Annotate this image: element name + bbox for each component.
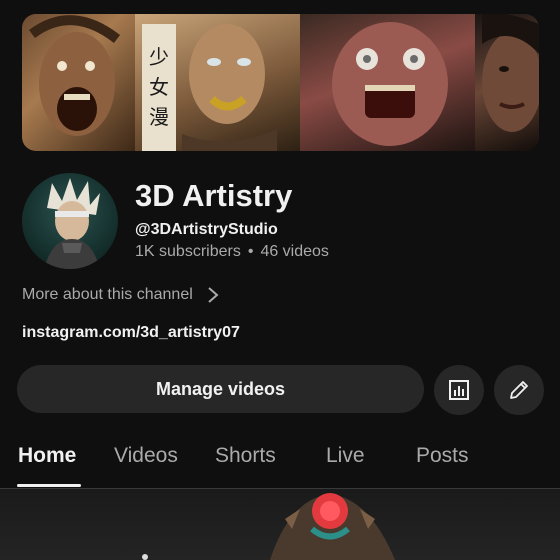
- channel-banner: 少 女 漫: [22, 14, 539, 151]
- edit-channel-button[interactable]: [494, 365, 544, 415]
- tab-videos[interactable]: Videos: [114, 444, 178, 468]
- tab-live[interactable]: Live: [326, 444, 365, 468]
- channel-name: 3D Artistry: [135, 178, 293, 213]
- channel-avatar[interactable]: [22, 173, 118, 269]
- chevron-right-icon: [208, 287, 219, 303]
- video-count: 46 videos: [260, 243, 329, 260]
- avatar-character-icon: [44, 178, 100, 269]
- svg-text:少: 少: [149, 45, 169, 69]
- tab-posts[interactable]: Posts: [416, 444, 469, 468]
- tab-home[interactable]: Home: [18, 444, 76, 468]
- svg-text:女: 女: [149, 75, 169, 99]
- more-about-label: More about this channel: [22, 286, 193, 303]
- featured-video-preview[interactable]: [0, 489, 560, 560]
- channel-stats: 1K subscribers • 46 videos: [135, 243, 329, 261]
- instagram-link[interactable]: instagram.com/3d_artistry07: [22, 324, 240, 342]
- edit-pencil-icon: [510, 381, 528, 399]
- analytics-icon: [449, 380, 469, 400]
- more-about-channel-link[interactable]: More about this channel: [22, 284, 219, 306]
- manage-videos-button[interactable]: Manage videos: [17, 365, 424, 413]
- tab-shorts[interactable]: Shorts: [215, 444, 276, 468]
- svg-text:漫: 漫: [149, 105, 169, 129]
- manage-videos-label: Manage videos: [155, 378, 286, 399]
- analytics-button[interactable]: [434, 365, 484, 415]
- channel-tabs: Home Videos Shorts Live Posts: [0, 440, 560, 488]
- channel-handle: @3DArtistryStudio: [135, 221, 278, 238]
- active-tab-indicator: [17, 484, 81, 487]
- featured-video-thumbnail: [142, 493, 395, 560]
- subscriber-count: 1K subscribers: [135, 243, 241, 260]
- banner-artwork: 少 女 漫: [29, 14, 539, 151]
- stats-separator: •: [247, 243, 254, 260]
